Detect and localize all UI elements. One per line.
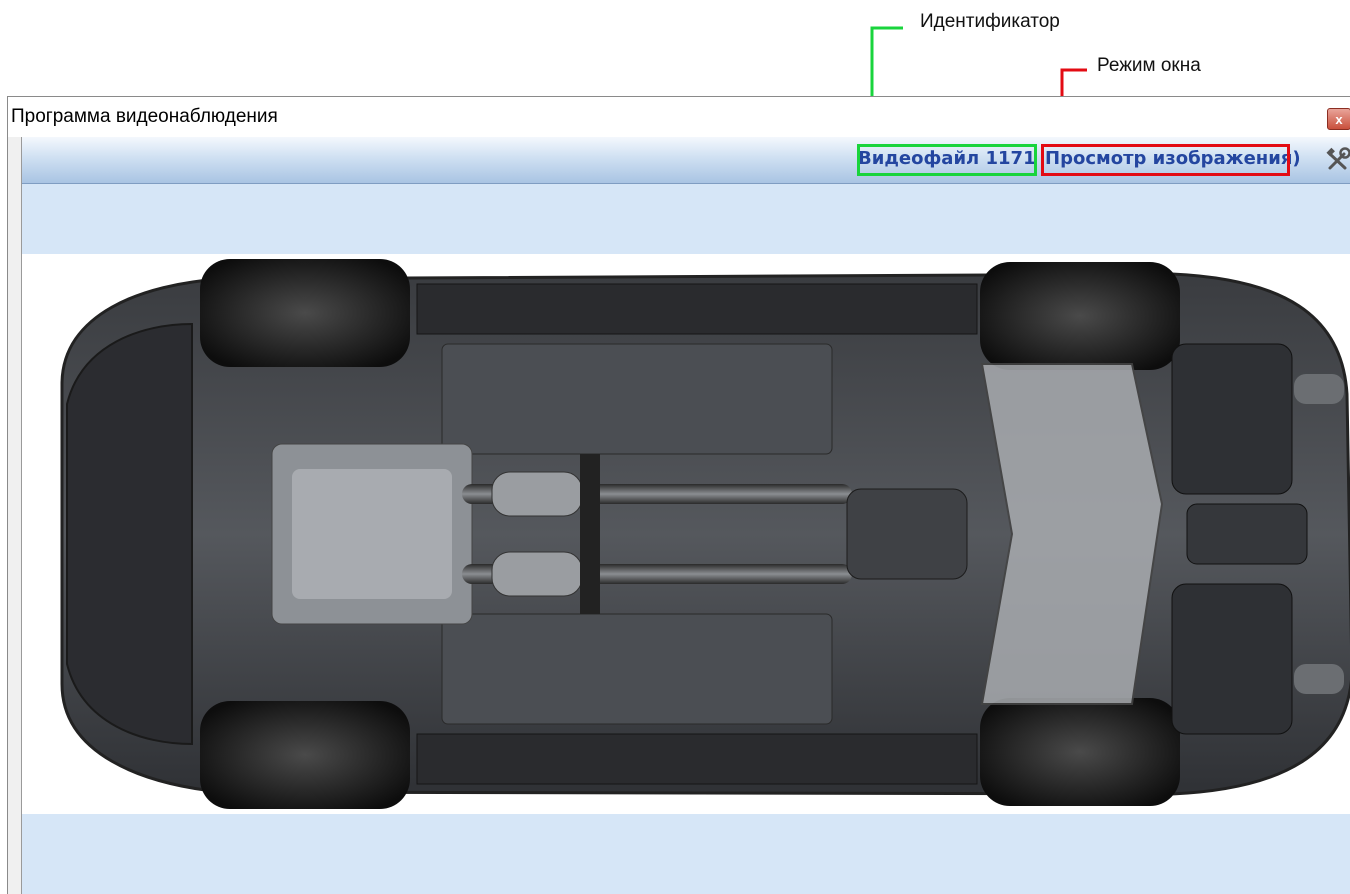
close-icon: x [1335, 112, 1343, 127]
car-underbody-photo [22, 254, 1350, 814]
tools-icon[interactable] [1324, 146, 1350, 174]
viewer-client-area: Видеофайл 1171 Просмотр изображения) [21, 137, 1350, 894]
app-window: Программа видеонаблюдения x Видеофайл 11… [7, 96, 1350, 894]
window-title: Программа видеонаблюдения [11, 106, 278, 127]
window-titlebar: Программа видеонаблюдения x [8, 97, 1350, 137]
window-mode-highlight-box [1041, 144, 1290, 176]
viewer-toolbar: Видеофайл 1171 Просмотр изображения) [22, 137, 1350, 184]
close-button[interactable]: x [1327, 108, 1350, 130]
identifier-highlight-box [857, 144, 1037, 176]
